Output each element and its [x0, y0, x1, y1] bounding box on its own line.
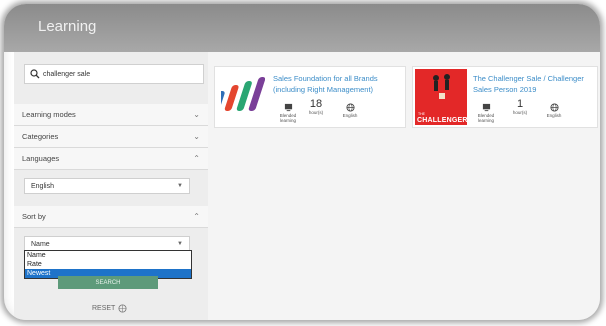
language-select-value: English — [31, 182, 54, 190]
sort-select-value: Name — [31, 240, 50, 248]
filter-categories[interactable]: Categories ⌄ — [14, 126, 208, 148]
language-stat: English — [543, 103, 565, 118]
search-input[interactable]: challenger sale — [24, 64, 204, 84]
monitor-icon — [284, 103, 292, 112]
page-title: Learning — [38, 18, 97, 35]
caret-down-icon: ▼ — [177, 241, 183, 247]
sort-option-name[interactable]: Name — [25, 251, 191, 260]
sort-dropdown-list: Name Rate Newest — [24, 250, 192, 279]
sort-by-label: Sort by — [22, 212, 46, 221]
delivery-mode-stat: Blended learning — [277, 103, 299, 123]
language-select[interactable]: English ▼ — [24, 178, 190, 194]
course-card[interactable]: Sales Foundation for all Brands (includi… — [214, 66, 406, 128]
course-title[interactable]: Sales Foundation for all Brands (includi… — [273, 73, 403, 95]
duration-stat: 18 hour(s) — [305, 98, 327, 116]
search-button-label: SEARCH — [95, 279, 121, 286]
delivery-mode-label: Blended learning — [477, 113, 495, 123]
sort-by-header[interactable]: Sort by ⌃ — [14, 206, 208, 228]
delivery-mode-stat: Blended learning — [475, 103, 497, 123]
caret-down-icon: ▼ — [177, 183, 183, 189]
chevron-up-icon: ⌃ — [193, 212, 200, 221]
monitor-icon — [482, 103, 490, 112]
filter-label: Categories — [22, 132, 59, 141]
reset-label: RESET — [92, 305, 116, 312]
filter-learning-modes[interactable]: Learning modes ⌄ — [14, 104, 208, 126]
cover-text: CHALLENGER — [417, 117, 468, 124]
chevron-down-icon: ⌄ — [193, 132, 200, 141]
search-button[interactable]: SEARCH — [58, 276, 158, 289]
duration-unit: hour(s) — [512, 110, 528, 115]
figures-illustration-icon — [433, 74, 450, 99]
globe-icon — [345, 103, 355, 112]
sort-option-rate[interactable]: Rate — [25, 260, 191, 269]
filter-label: Languages — [22, 154, 60, 163]
results-area: Sales Foundation for all Brands (includi… — [208, 52, 600, 320]
app-window: Learning challenger sale Learning modes … — [4, 4, 600, 320]
language-stat: English — [339, 103, 361, 118]
header-bar: Learning — [4, 4, 600, 52]
course-title[interactable]: The Challenger Sale / Challenger Sales P… — [473, 73, 597, 95]
delivery-mode-label: Blended learning — [279, 113, 297, 123]
cover-subtext: THE — [418, 112, 425, 116]
chevron-up-icon: ⌃ — [193, 154, 200, 163]
reset-button[interactable]: RESET — [92, 304, 127, 313]
brand-logo-stripes-icon — [221, 77, 265, 111]
chevron-down-icon: ⌄ — [193, 110, 200, 119]
filter-label: Learning modes — [22, 110, 76, 119]
language-label: English — [342, 113, 358, 118]
course-cover-image: THE CHALLENGER — [415, 69, 467, 125]
duration-unit: hour(s) — [308, 110, 324, 115]
duration-value: 1 — [516, 98, 524, 110]
language-label: English — [546, 113, 562, 118]
filter-languages[interactable]: Languages ⌃ — [14, 148, 208, 170]
search-query-text: challenger sale — [43, 70, 91, 78]
globe-icon — [549, 103, 559, 112]
duration-value: 18 — [309, 98, 323, 110]
course-card[interactable]: THE CHALLENGER The Challenger Sale / Cha… — [412, 66, 598, 128]
duration-stat: 1 hour(s) — [509, 98, 531, 116]
search-icon — [30, 69, 40, 79]
reset-icon — [118, 304, 127, 313]
